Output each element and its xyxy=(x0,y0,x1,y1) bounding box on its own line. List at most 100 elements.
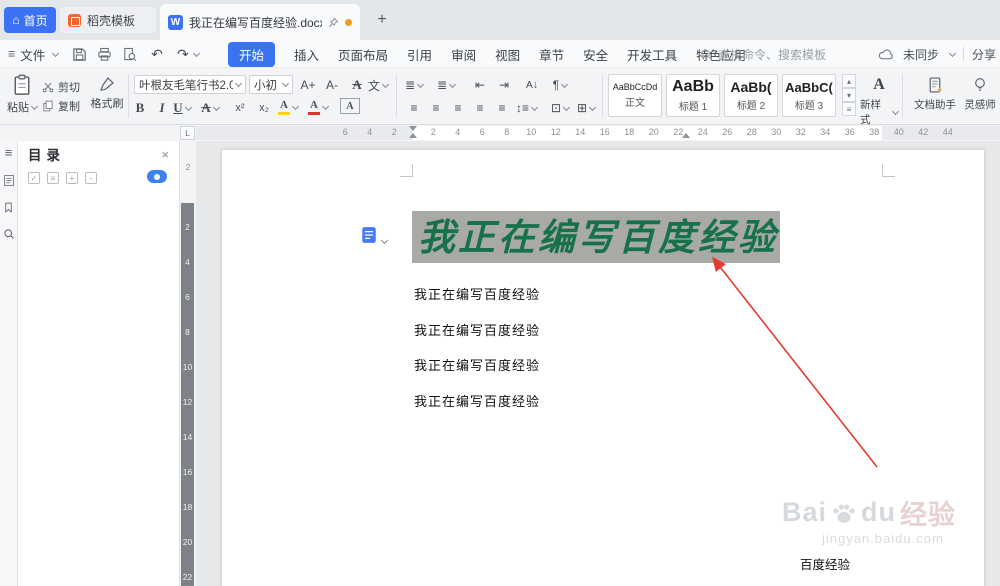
gallery-down-button[interactable]: ▾ xyxy=(842,88,856,102)
unsaved-dot[interactable] xyxy=(345,18,352,26)
new-style-button[interactable]: A 新样式 xyxy=(860,76,900,127)
scissors-icon xyxy=(42,82,54,92)
paragraph-mark-button[interactable]: ¶ xyxy=(550,75,570,95)
strikethrough-button[interactable]: A xyxy=(200,98,220,118)
pin-icon[interactable] xyxy=(328,16,339,28)
tab-docer-templates[interactable]: 稻壳模板 xyxy=(60,7,156,33)
body-paragraph[interactable]: 我正在编写百度经验 xyxy=(414,347,540,383)
highlight-color-swatch xyxy=(278,111,290,115)
pinyin-guide-button[interactable]: 文 xyxy=(368,75,390,95)
grow-font-button[interactable]: A+ xyxy=(298,75,318,95)
superscript-button[interactable]: x² xyxy=(230,98,250,118)
save-button[interactable] xyxy=(72,47,87,62)
redo-button[interactable]: ↷ xyxy=(177,44,200,64)
find-panel-icon[interactable] xyxy=(3,228,15,240)
menu-item[interactable]: 页面布局 xyxy=(338,45,388,64)
outline-panel-icon[interactable] xyxy=(3,174,15,187)
char-shading-button[interactable]: A xyxy=(340,98,360,114)
menu-item[interactable]: 章节 xyxy=(539,45,564,64)
menu-item[interactable]: 视图 xyxy=(495,45,520,64)
toc-collapse-button[interactable]: - xyxy=(85,172,97,184)
clear-format-button[interactable]: A xyxy=(347,75,367,95)
hanging-indent-marker[interactable] xyxy=(409,133,417,138)
decrease-indent-button[interactable]: ⇤ xyxy=(470,75,490,95)
justify-button[interactable]: ≡ xyxy=(470,98,490,118)
subscript-button[interactable]: x₂ xyxy=(254,98,274,118)
bookmark-panel-icon[interactable] xyxy=(3,201,14,214)
cut-button[interactable]: 剪切 xyxy=(42,77,80,96)
menu-item[interactable]: 开始 xyxy=(228,41,276,67)
gallery-up-button[interactable]: ▴ xyxy=(842,74,856,88)
line-spacing-button[interactable]: ↕ ≡ xyxy=(516,98,539,118)
toc-level-button[interactable]: ≡ xyxy=(47,172,59,184)
highlight-color-button[interactable]: A xyxy=(278,97,300,117)
toc-visibility-toggle[interactable] xyxy=(147,170,167,183)
vertical-ruler-top-numbers: 2 xyxy=(180,149,196,184)
toc-body[interactable] xyxy=(20,191,177,584)
style-item[interactable]: AaBbCcDd 正文 xyxy=(608,74,662,117)
tab-document[interactable]: W 我正在编写百度经验.docx xyxy=(160,4,360,40)
toc-expand-button[interactable]: + xyxy=(66,172,78,184)
body-paragraph[interactable]: 我正在编写百度经验 xyxy=(414,383,540,419)
bullets-button[interactable]: ≣ xyxy=(404,75,425,95)
bold-button[interactable]: B xyxy=(130,98,150,118)
font-size-select[interactable]: 小初 xyxy=(249,75,293,94)
borders-button[interactable]: ⊞ xyxy=(576,98,597,118)
wps-writer-icon: W xyxy=(168,14,183,30)
page-bottom-text[interactable]: 百度经验 xyxy=(800,554,850,573)
toc-panel: 目录 × ✓ ≡ + - xyxy=(18,141,180,586)
inspiration-button[interactable]: 灵感师 xyxy=(962,76,998,112)
shrink-font-button[interactable]: A- xyxy=(322,75,342,95)
increase-indent-button[interactable]: ⇥ xyxy=(494,75,514,95)
menu-item[interactable]: 审阅 xyxy=(451,45,476,64)
heading-style-popup-button[interactable] xyxy=(361,226,389,245)
gallery-more-button[interactable]: ≡ xyxy=(842,102,856,116)
first-line-indent-marker[interactable] xyxy=(409,126,417,131)
font-name-select[interactable]: 叶根友毛笔行书2.0 xyxy=(134,75,246,94)
close-icon[interactable]: × xyxy=(161,147,169,162)
doc-assistant-button[interactable]: 文档助手 xyxy=(912,76,958,112)
menu-item[interactable]: 安全 xyxy=(583,45,608,64)
undo-button[interactable]: ↶ xyxy=(147,44,167,64)
blue-document-icon xyxy=(362,227,376,243)
selected-title-block[interactable]: 我正在编写百度经验 xyxy=(412,211,780,263)
align-center-button[interactable]: ≡ xyxy=(426,98,446,118)
panel-menu-icon[interactable]: ≡ xyxy=(5,145,13,160)
format-painter-button[interactable]: 格式刷 xyxy=(88,76,126,111)
style-item[interactable]: AaBbC( 标题 3 xyxy=(782,74,836,117)
body-paragraph[interactable]: 我正在编写百度经验 xyxy=(414,276,540,312)
distribute-button[interactable]: ≡ xyxy=(492,98,512,118)
fill-color-button[interactable]: ⊡ xyxy=(550,98,571,118)
body-paragraph[interactable]: 我正在编写百度经验 xyxy=(414,312,540,348)
vertical-ruler[interactable]: 2 2 4 6 8 10 12 14 16 18 20 22 xyxy=(180,141,196,586)
sync-status-label[interactable]: 未同步 xyxy=(903,46,939,63)
menu-item[interactable]: 插入 xyxy=(294,45,319,64)
new-tab-button[interactable]: + xyxy=(372,10,392,30)
copy-button[interactable]: 复制 xyxy=(42,96,80,115)
align-left-button[interactable]: ≡ xyxy=(404,98,424,118)
tab-selector-box[interactable]: L xyxy=(180,126,195,140)
toc-check-button[interactable]: ✓ xyxy=(28,172,40,184)
numbering-button[interactable]: ≣ xyxy=(436,75,457,95)
menu-item[interactable]: 开发工具 xyxy=(627,45,677,64)
print-button[interactable] xyxy=(97,47,112,62)
font-color-button[interactable]: A xyxy=(308,97,330,117)
file-menu[interactable]: ≡ 文件 xyxy=(8,40,60,68)
sort-button[interactable]: A↓ xyxy=(522,75,542,95)
command-search[interactable]: 查找命令、搜索模板 xyxy=(700,40,826,68)
print-preview-button[interactable] xyxy=(122,47,137,62)
paste-button[interactable]: 粘贴 xyxy=(6,74,39,115)
docer-icon xyxy=(68,13,81,27)
align-right-button[interactable]: ≡ xyxy=(448,98,468,118)
style-item[interactable]: AaBb( 标题 2 xyxy=(724,74,778,117)
document-title-text[interactable]: 我正在编写百度经验 xyxy=(412,211,780,263)
style-item[interactable]: AaBb 标题 1 xyxy=(666,74,720,117)
document-page[interactable]: 我正在编写百度经验 我正在编写百度经验 我正在编写百度经验 我正在编写百度经验 我正在… xyxy=(222,150,984,586)
tab-home[interactable]: ⌂ 首页 xyxy=(4,7,56,33)
underline-button[interactable]: U xyxy=(172,98,192,118)
share-button[interactable]: 分享 xyxy=(972,46,996,63)
right-indent-marker[interactable] xyxy=(682,133,690,138)
italic-button[interactable]: I xyxy=(152,98,172,118)
menu-item[interactable]: 引用 xyxy=(407,45,432,64)
style-label: 正文 xyxy=(625,98,645,109)
